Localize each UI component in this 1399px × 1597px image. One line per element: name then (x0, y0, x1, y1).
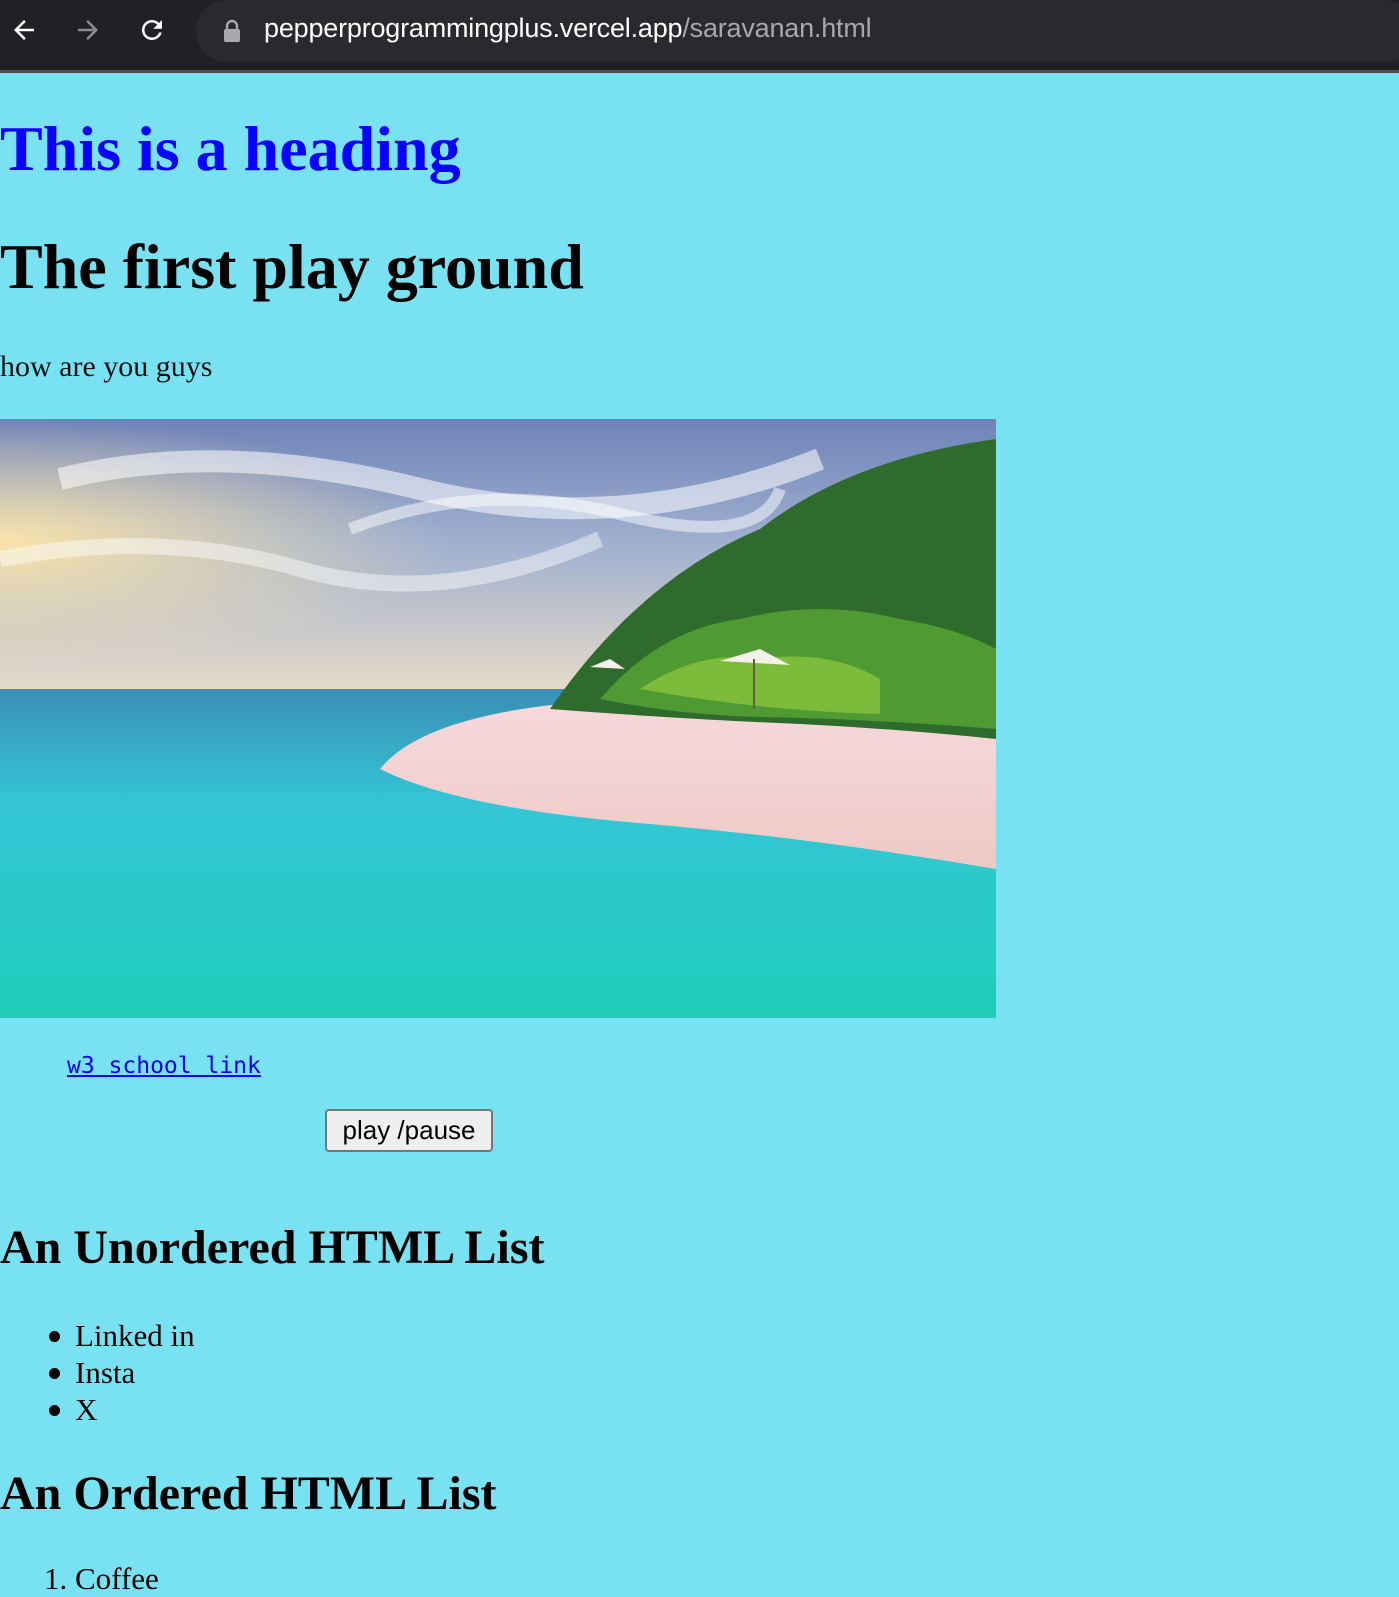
list-item: 1. Coffee (0, 1560, 159, 1597)
list-item-label: Coffee (75, 1561, 159, 1596)
bullet-icon (49, 1331, 60, 1342)
toolbar-divider (0, 70, 1399, 73)
forward-button[interactable] (68, 10, 108, 50)
ordered-list-heading: An Ordered HTML List (0, 1467, 497, 1520)
url-path: /saravanan.html (682, 13, 872, 43)
intro-paragraph: how are you guys (0, 350, 213, 383)
list-item: Insta (0, 1354, 195, 1391)
list-item: X (0, 1391, 195, 1428)
list-item: Linked in (0, 1317, 195, 1354)
w3-school-link[interactable]: w3 school link (67, 1053, 261, 1079)
reload-button[interactable] (132, 10, 172, 50)
browser-toolbar: pepperprogrammingplus.vercel.app/saravan… (0, 0, 1399, 70)
play-pause-button[interactable]: play /pause (325, 1109, 493, 1152)
lock-icon[interactable] (222, 19, 242, 43)
back-button[interactable] (4, 10, 44, 50)
arrow-right-icon (78, 20, 98, 40)
list-item-label: Linked in (75, 1318, 195, 1353)
bullet-icon (49, 1368, 60, 1379)
bullet-icon (49, 1405, 60, 1416)
url-host: pepperprogrammingplus.vercel.app (264, 13, 683, 43)
list-item-label: X (75, 1392, 98, 1427)
page-subheading: The first play ground (0, 231, 584, 302)
reload-icon (141, 19, 162, 40)
list-number: 1. (44, 1561, 68, 1596)
beach-photo-icon (0, 419, 996, 1018)
page-heading: This is a heading (0, 113, 461, 184)
unordered-list-heading: An Unordered HTML List (0, 1221, 545, 1274)
unordered-list: Linked in Insta X (0, 1317, 195, 1428)
ordered-list: 1. Coffee (0, 1560, 159, 1597)
url-text[interactable]: pepperprogrammingplus.vercel.app/saravan… (264, 13, 872, 44)
arrow-left-icon (14, 20, 34, 40)
list-item-label: Insta (75, 1355, 136, 1390)
beach-image (0, 419, 996, 1018)
